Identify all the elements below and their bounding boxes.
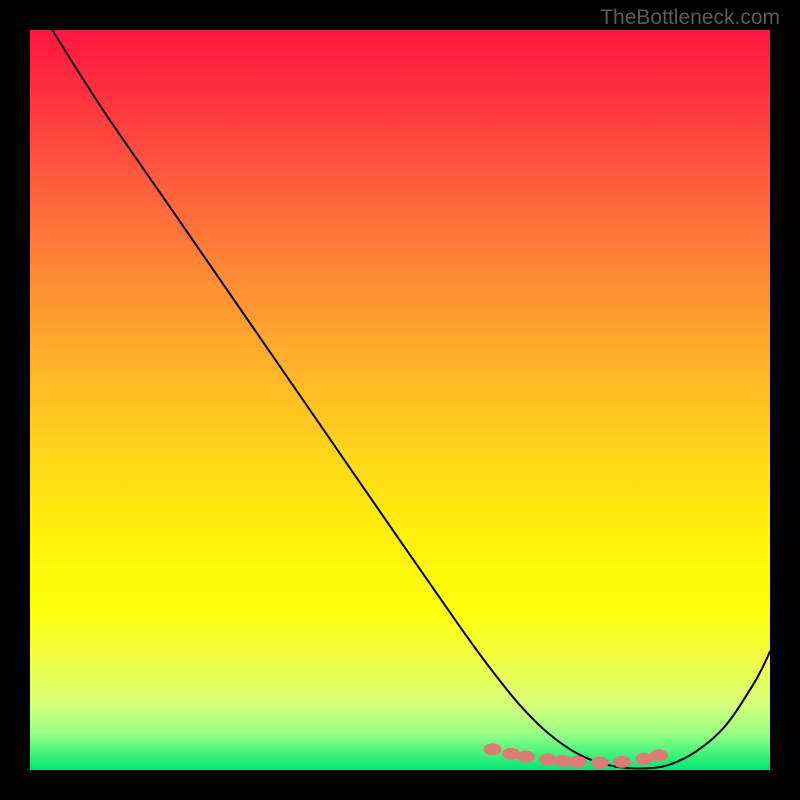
chart-svg — [30, 30, 770, 770]
marker-dots — [484, 743, 669, 768]
bottleneck-curve — [52, 30, 770, 769]
marker-dot — [569, 756, 587, 768]
marker-dot — [484, 743, 502, 755]
marker-dot — [650, 749, 668, 761]
plot-area — [30, 30, 770, 770]
marker-dot — [591, 757, 609, 769]
marker-dot — [613, 756, 631, 768]
marker-dot — [517, 751, 535, 763]
watermark-text: TheBottleneck.com — [600, 6, 780, 30]
